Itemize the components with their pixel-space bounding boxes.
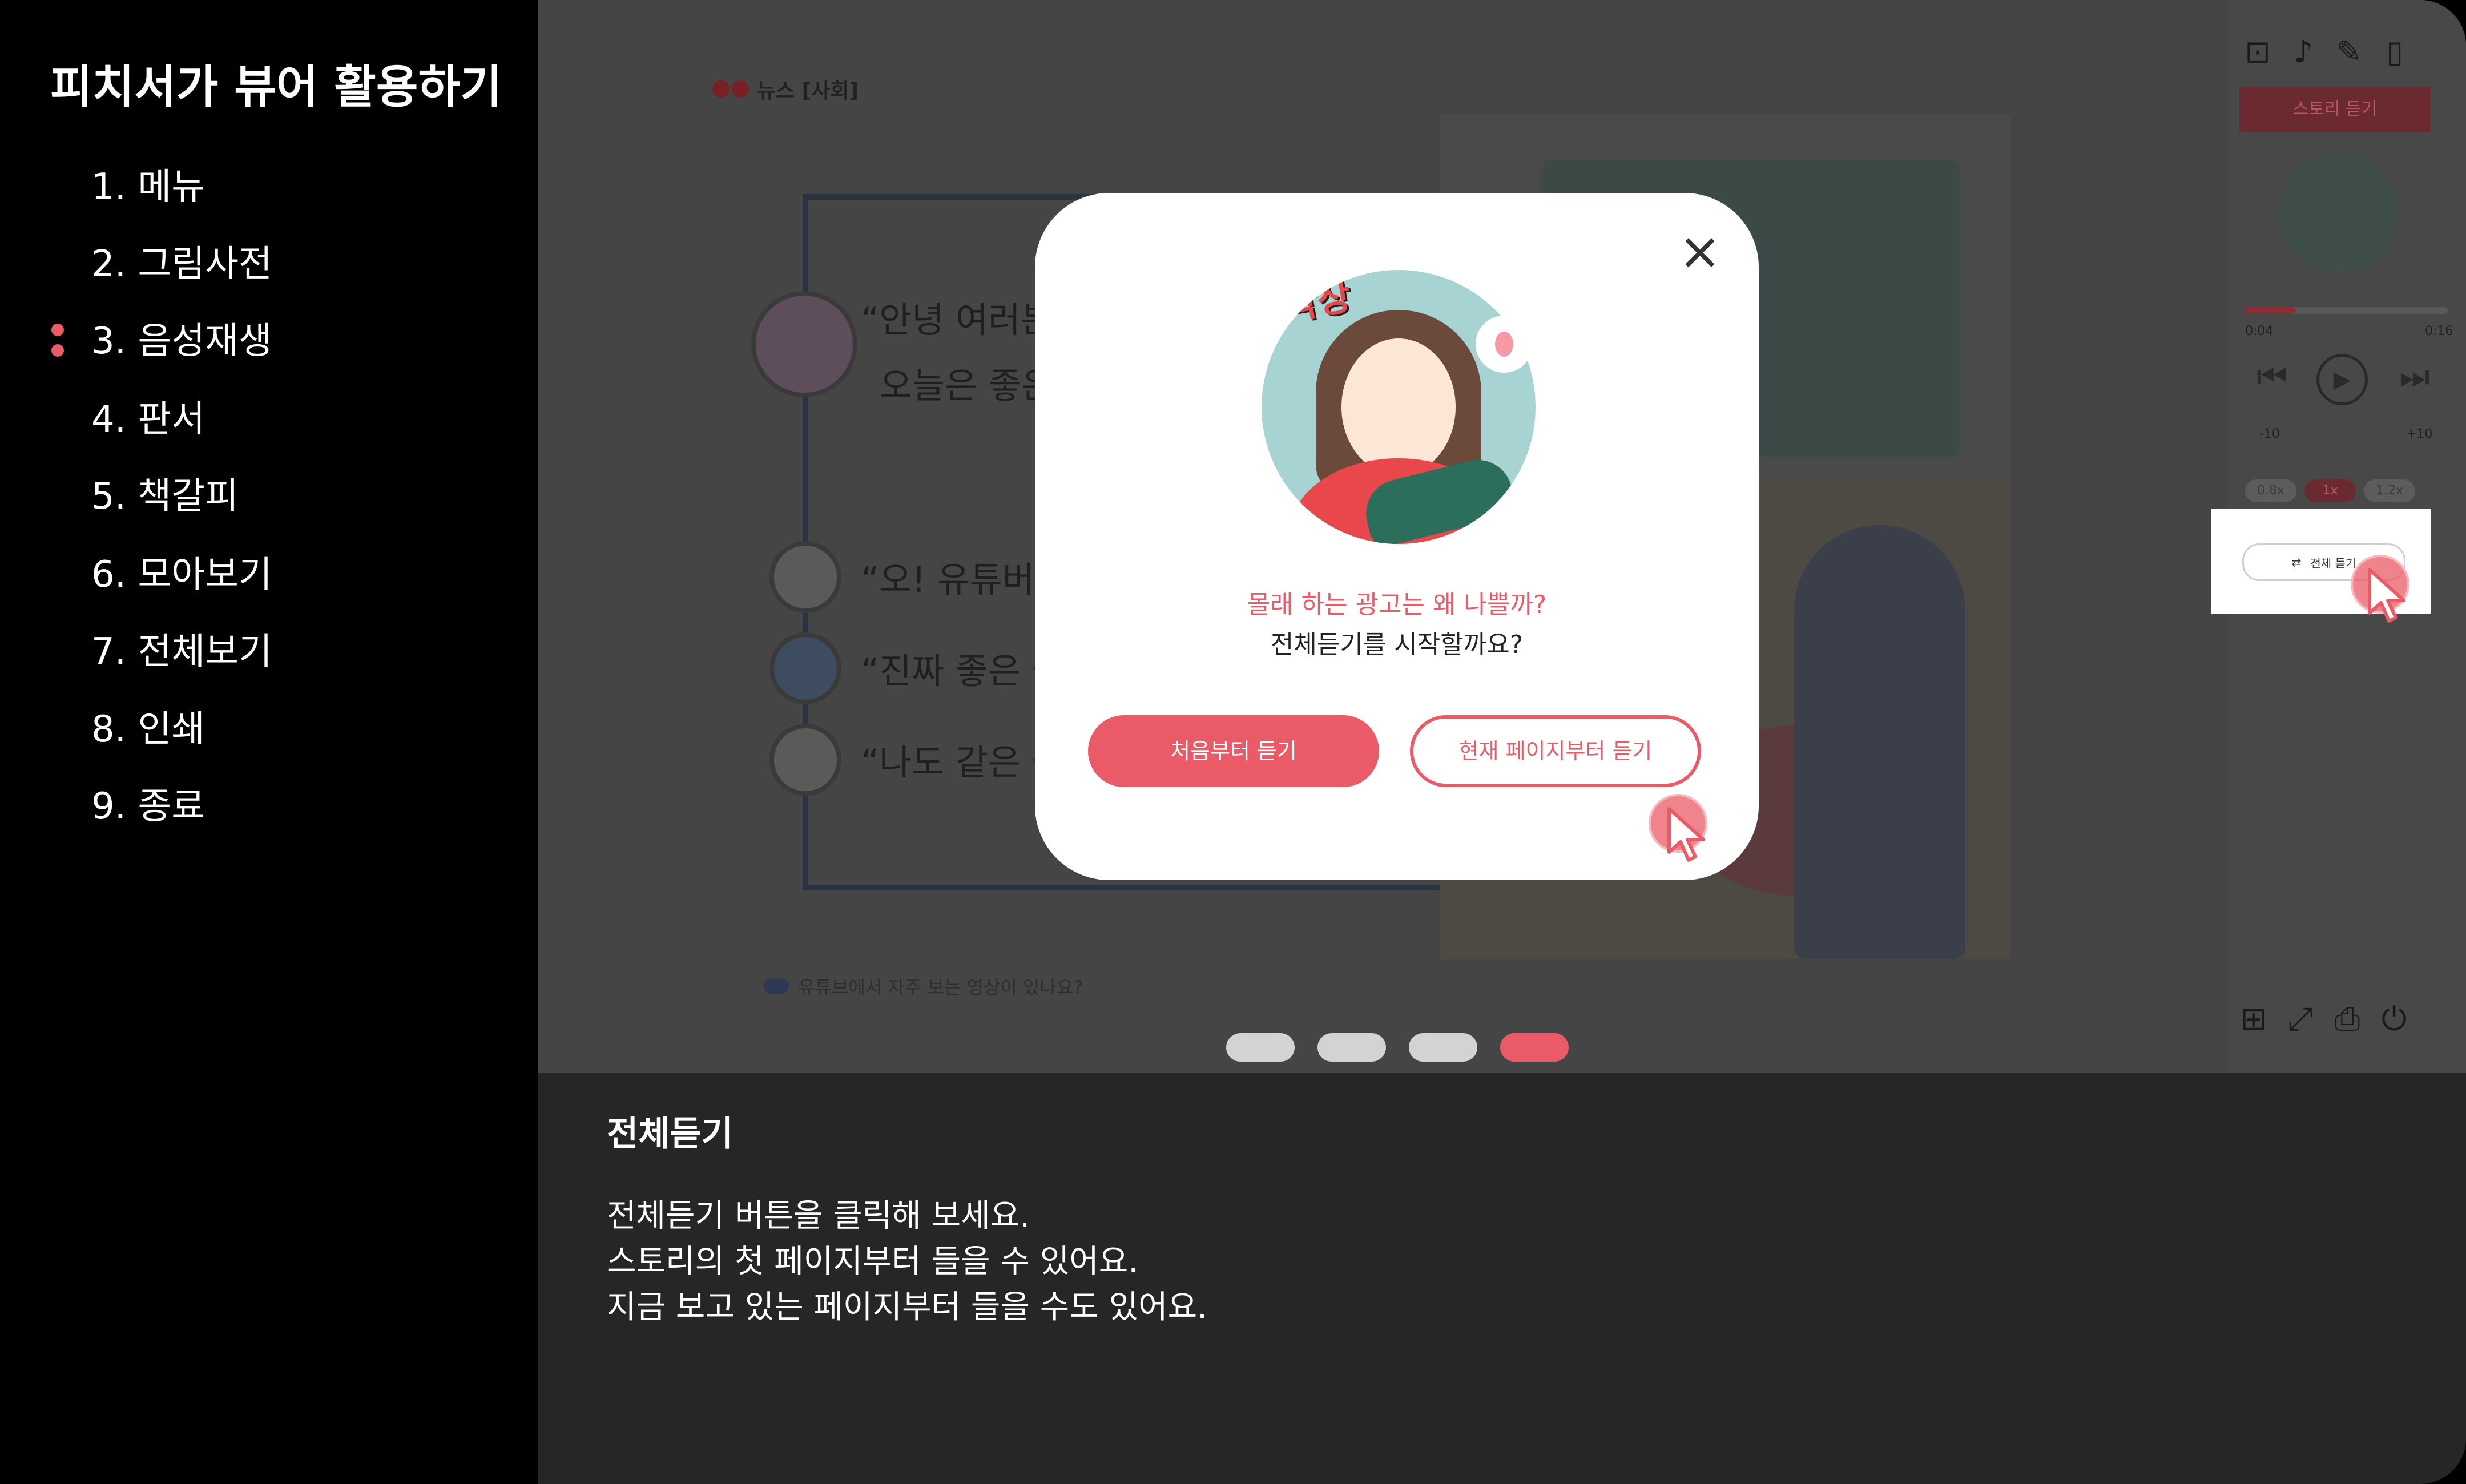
pointer-cursor-icon [2368, 568, 2405, 623]
sidebar-item-picture-dictionary[interactable]: 2. 그림사전 [91, 239, 272, 290]
sidebar-item-exit[interactable]: 9. 종료 [91, 781, 205, 832]
fullscreen-icon[interactable]: ⤢ [2283, 1002, 2318, 1037]
repeat-icon: ⇄ [2291, 555, 2302, 569]
print-icon[interactable]: ⎙ [2330, 1002, 2364, 1037]
story-listen-button[interactable]: 스토리 듣기 [2239, 87, 2431, 132]
sidebar-item-board-writing[interactable]: 4. 판서 [91, 394, 205, 445]
speed-option[interactable]: 0.8x [2245, 479, 2296, 502]
previous-icon[interactable]: ⏮ [2257, 357, 2287, 397]
page-dot-active[interactable] [1500, 1033, 1569, 1062]
description-line: 스토리의 첫 페이지부터 들을 수 있어요. [607, 1243, 1139, 1280]
dialog-question: 전체듣기를 시작할까요? [1270, 630, 1524, 659]
listen-from-start-button[interactable]: 처음부터 듣기 [1088, 715, 1379, 787]
sidebar-item-collection[interactable]: 6. 모아보기 [91, 549, 272, 600]
caption-text: 유튜브에서 자주 보는 영상이 있나요? [798, 977, 1083, 998]
speaker-avatar [751, 291, 857, 397]
speaker-icon[interactable]: ♪ [2286, 34, 2320, 70]
sidebar-item-menu[interactable]: 1. 메뉴 [91, 162, 205, 213]
sidebar-item-print[interactable]: 8. 인쇄 [91, 704, 205, 755]
sidebar-item-full-view[interactable]: 7. 전체보기 [91, 626, 272, 678]
commenter-avatar [769, 724, 841, 796]
word-dictionary-icon[interactable]: ⊡ [2241, 34, 2275, 70]
dialog-story-title: 몰래 하는 광고는 왜 나쁠까? [1247, 590, 1547, 619]
chat-line: “진짜 좋은 물 [861, 650, 1065, 692]
commenter-avatar [769, 632, 841, 704]
chat-line: 오늘은 좋은 [880, 365, 1054, 406]
dialog-illustration: 대박상 [1262, 270, 1536, 544]
story-thumbnail [2278, 153, 2398, 273]
speed-option-active[interactable]: 1x [2304, 479, 2356, 502]
description-panel: 전체듣기 전체듣기 버튼을 클릭해 보세요. 스토리의 첫 페이지부터 들을 수… [538, 1073, 2466, 1484]
audio-progress-bar[interactable] [2245, 307, 2448, 314]
current-time: 0:04 [2245, 324, 2274, 338]
page-dot[interactable] [1317, 1033, 1386, 1062]
power-icon[interactable]: ⏻ [2377, 1002, 2411, 1037]
skip-back-button[interactable]: -10 [2259, 427, 2280, 441]
description-title: 전체듣기 [607, 1114, 733, 1154]
listen-all-highlight: ⇄ 전체 듣기 [2211, 509, 2431, 623]
news-category-tag: 뉴스 [사회] [712, 74, 859, 104]
category-dots [712, 80, 749, 98]
close-icon[interactable]: × [1674, 226, 1726, 277]
sidebar-item-label: 3. 음성재생 [91, 320, 272, 362]
commenter-avatar [769, 541, 841, 613]
sidebar-item-audio-play[interactable]: 3. 음성재생 [51, 316, 272, 367]
audio-progress-fill [2245, 307, 2296, 314]
guide-sidebar: 피치서가 뷰어 활용하기 1. 메뉴 2. 그림사전 3. 음성재생 4. 판서… [0, 0, 538, 1484]
grid-view-icon[interactable]: ⊞ [2237, 1002, 2271, 1037]
top-toolbar: ⊡ ♪ ✎ ▯ [2241, 34, 2412, 70]
listen-from-current-page-button[interactable]: 현재 페이지부터 듣기 [1410, 715, 1701, 787]
total-time: 0:16 [2425, 324, 2453, 338]
news-category-label: 뉴스 [사회] [757, 79, 859, 103]
playback-speed-group: 0.8x 1x 1.2x [2245, 479, 2415, 502]
chat-line: “나도 같은 물 [861, 741, 1065, 783]
skip-forward-button[interactable]: +10 [2406, 427, 2432, 441]
app-frame: 피치서가 뷰어 활용하기 1. 메뉴 2. 그림사전 3. 음성재생 4. 판서… [0, 0, 2466, 1484]
next-icon[interactable]: ⏭ [2399, 357, 2430, 397]
play-button[interactable]: ▶ [2316, 354, 2368, 405]
bookmark-icon[interactable]: ▯ [2378, 34, 2412, 70]
pen-icon[interactable]: ✎ [2332, 34, 2366, 70]
page-dot[interactable] [1226, 1033, 1295, 1062]
sidebar-item-bookmark[interactable]: 5. 책갈피 [91, 471, 239, 522]
page-caption: 유튜브에서 자주 보는 영상이 있나요? [764, 973, 1083, 999]
chat-line: “안녕 여러분 [861, 299, 1054, 341]
listen-all-dialog: × 대박상 몰래 하는 광고는 왜 나쁠까? 전체듣기를 시작할까요? 처음부터… [1035, 193, 1759, 880]
listen-all-label: 전체 듣기 [2310, 556, 2356, 570]
caption-icon [764, 978, 789, 994]
pointer-cursor-icon [1667, 807, 1705, 862]
active-indicator [51, 324, 65, 358]
illustration-sign-text: 대박상 [1262, 276, 1355, 335]
description-line: 지금 보고 있는 페이지부터 들을 수도 있어요. [607, 1289, 1207, 1326]
page-dot[interactable] [1409, 1033, 1477, 1062]
speed-option[interactable]: 1.2x [2364, 479, 2415, 502]
page-indicator [1226, 1033, 1569, 1062]
description-line: 전체듣기 버튼을 클릭해 보세요. [607, 1197, 1030, 1235]
bottom-toolbar: ⊞ ⤢ ⎙ ⏻ [2237, 1002, 2411, 1037]
sidebar-title: 피치서가 뷰어 활용하기 [50, 61, 502, 114]
